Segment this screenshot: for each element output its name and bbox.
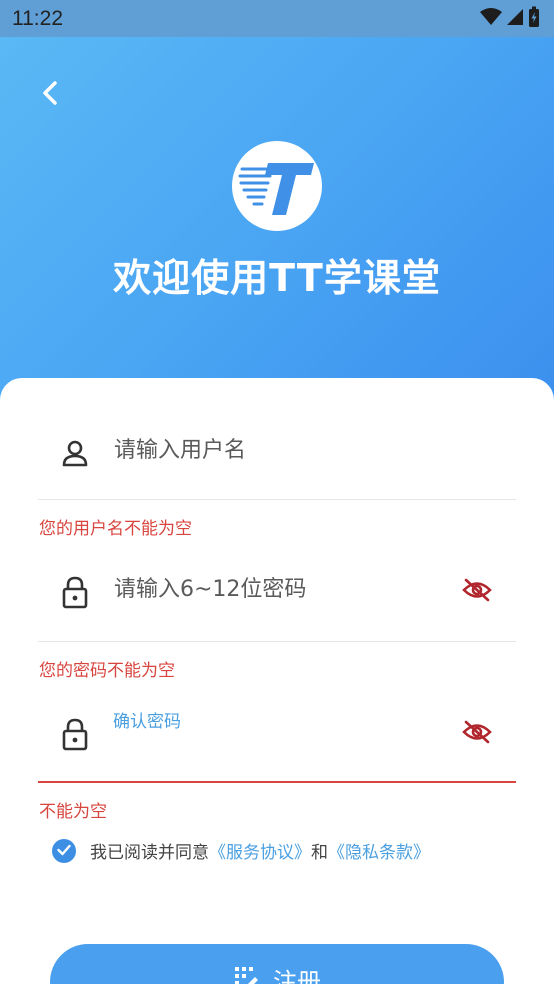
register-icon bbox=[233, 962, 259, 984]
confirm-password-field bbox=[38, 705, 516, 763]
agreement-text: 我已阅读并同意《服务协议》和《隐私条款》 bbox=[90, 838, 430, 863]
agreement-checkbox[interactable] bbox=[52, 838, 76, 863]
wifi-icon bbox=[480, 7, 502, 30]
agreement-row: 我已阅读并同意《服务协议》和《隐私条款》 bbox=[52, 838, 430, 863]
back-button[interactable] bbox=[30, 75, 70, 115]
password-field bbox=[38, 563, 516, 621]
privacy-policy-link[interactable]: 《隐私条款》 bbox=[328, 843, 430, 863]
logo-icon bbox=[232, 141, 322, 231]
confirm-password-input[interactable] bbox=[114, 727, 444, 752]
confirm-error: 不能为空 bbox=[39, 802, 107, 822]
status-time: 11:22 bbox=[12, 6, 63, 30]
check-icon bbox=[57, 841, 71, 860]
eye-off-icon bbox=[462, 578, 492, 606]
service-agreement-link[interactable]: 《服务协议》 bbox=[209, 843, 311, 863]
confirm-divider bbox=[38, 781, 516, 783]
password-divider bbox=[38, 641, 516, 642]
register-button-label: 注册 bbox=[273, 968, 321, 984]
username-input[interactable] bbox=[114, 438, 444, 463]
password-input[interactable] bbox=[114, 577, 444, 602]
username-divider bbox=[38, 499, 516, 500]
status-icons bbox=[480, 6, 540, 32]
page-title: 欢迎使用TT学课堂 bbox=[113, 256, 441, 300]
user-icon bbox=[58, 436, 92, 470]
agreement-prefix: 我已阅读并同意 bbox=[90, 843, 209, 863]
agreement-conjunction: 和 bbox=[311, 843, 328, 863]
hero-header: 欢迎使用TT学课堂 bbox=[0, 37, 554, 417]
back-arrow-icon bbox=[39, 80, 61, 110]
lock-icon bbox=[58, 717, 92, 751]
username-field bbox=[38, 424, 516, 482]
register-button[interactable]: 注册 bbox=[50, 944, 504, 984]
password-error: 您的密码不能为空 bbox=[39, 661, 175, 681]
lock-icon bbox=[58, 575, 92, 609]
status-bar: 11:22 bbox=[0, 0, 554, 37]
password-visibility-toggle[interactable] bbox=[460, 575, 494, 609]
confirm-visibility-toggle[interactable] bbox=[460, 717, 494, 751]
app-logo bbox=[232, 141, 322, 231]
signal-icon bbox=[506, 8, 524, 30]
eye-off-icon bbox=[462, 720, 492, 748]
battery-icon bbox=[528, 6, 540, 32]
username-error: 您的用户名不能为空 bbox=[39, 519, 192, 539]
